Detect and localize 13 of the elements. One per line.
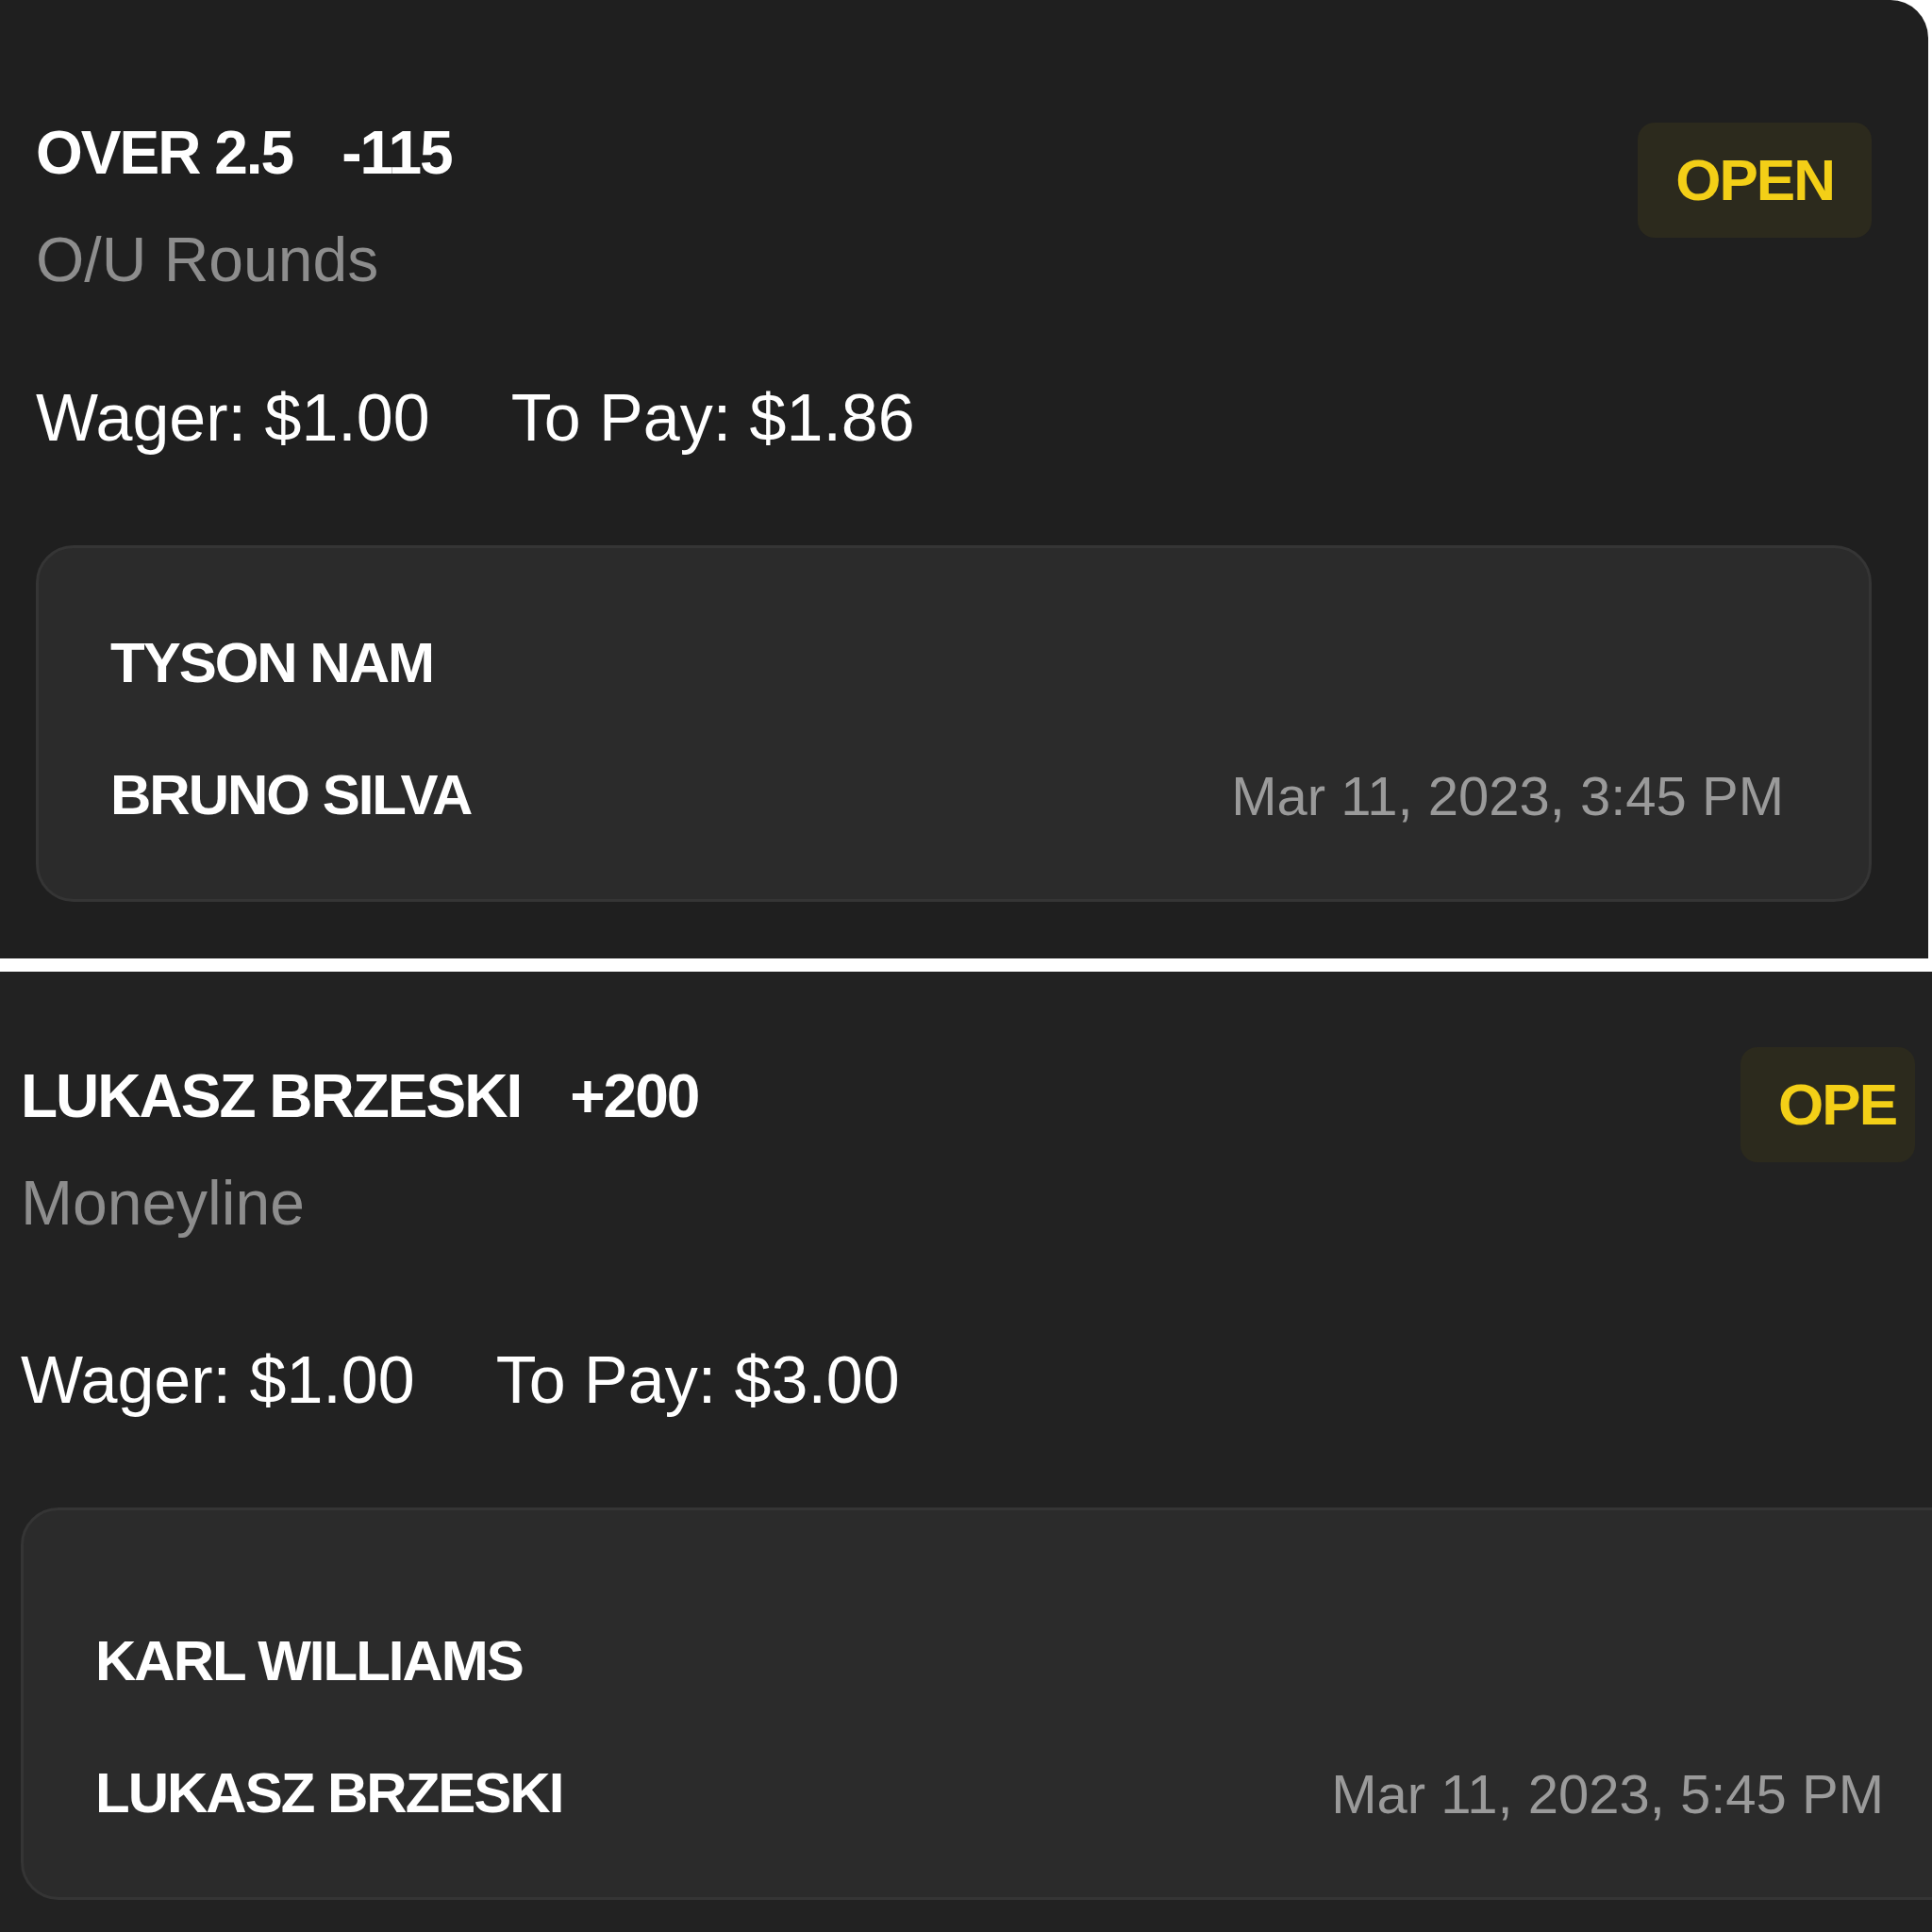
market-label: O/U Rounds <box>36 228 380 291</box>
event-date: Mar 11, 2023, 3:45 PM <box>1231 769 1784 824</box>
bet-selection: LUKASZ BRZESKI <box>21 1066 522 1126</box>
bet-odds: -115 <box>341 123 452 183</box>
bet-selection: OVER 2.5 <box>36 123 293 183</box>
status-badge: OPE <box>1740 1047 1915 1162</box>
status-badge: OPEN <box>1638 123 1872 238</box>
event-date: Mar 11, 2023, 5:45 PM <box>1331 1767 1884 1822</box>
fighter-name: TYSON NAM <box>110 635 434 691</box>
bet-odds: +200 <box>570 1066 699 1126</box>
fighter-name: LUKASZ BRZESKI <box>95 1765 563 1822</box>
fighter-name: KARL WILLIAMS <box>95 1633 524 1690</box>
fighter-name: BRUNO SILVA <box>110 767 472 824</box>
